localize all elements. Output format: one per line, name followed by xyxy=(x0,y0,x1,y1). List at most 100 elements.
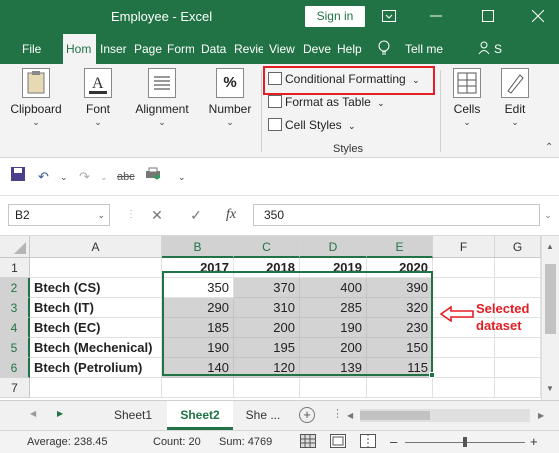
maximize-icon[interactable] xyxy=(477,6,499,28)
enter-icon[interactable]: ✓ xyxy=(185,204,207,226)
zoom-slider[interactable] xyxy=(405,437,525,447)
column-header-c[interactable]: C xyxy=(234,236,300,258)
cell-e7[interactable] xyxy=(367,378,433,398)
cell-b2[interactable]: 350 xyxy=(162,278,234,298)
tab-formulas[interactable]: Form xyxy=(167,34,194,64)
add-sheet-icon[interactable]: + xyxy=(299,407,315,423)
tab-view[interactable]: View xyxy=(269,34,297,64)
cell-d6[interactable]: 139 xyxy=(300,358,367,378)
select-all-corner[interactable] xyxy=(0,236,30,258)
column-header-g[interactable]: G xyxy=(495,236,541,258)
save-icon[interactable] xyxy=(11,167,25,187)
close-icon[interactable] xyxy=(527,6,549,28)
insert-function-icon[interactable]: fx xyxy=(220,204,242,226)
scroll-left-icon[interactable]: ◀ xyxy=(347,411,357,420)
sheet-tab-more[interactable]: She ... xyxy=(235,401,291,430)
undo-icon[interactable]: ↶ xyxy=(38,167,49,187)
chevron-down-icon[interactable]: ⌄ xyxy=(60,167,68,187)
cell-b7[interactable] xyxy=(162,378,234,398)
print-preview-icon[interactable] xyxy=(145,167,161,187)
cell-g7[interactable] xyxy=(495,378,541,398)
chevron-down-icon[interactable]: ⌄ xyxy=(100,167,108,187)
sheet-tab-sheet2[interactable]: Sheet2 xyxy=(167,401,233,430)
cell-a4[interactable]: Btech (EC) xyxy=(30,318,162,338)
sheet-tab-sheet1[interactable]: Sheet1 xyxy=(100,401,166,430)
cell-d2[interactable]: 400 xyxy=(300,278,367,298)
cell-d4[interactable]: 190 xyxy=(300,318,367,338)
cell-c2[interactable]: 370 xyxy=(234,278,300,298)
zoom-slider-thumb[interactable] xyxy=(463,437,467,447)
fill-handle[interactable] xyxy=(429,372,435,378)
cell-f6[interactable] xyxy=(433,358,495,378)
redo-icon[interactable]: ↷ xyxy=(79,167,90,187)
cell-f2[interactable] xyxy=(433,278,495,298)
tab-home[interactable]: Hom xyxy=(63,34,96,64)
zoom-in-icon[interactable]: + xyxy=(530,434,538,449)
cell-d5[interactable]: 200 xyxy=(300,338,367,358)
tab-page-layout[interactable]: Page xyxy=(134,34,162,64)
zoom-out-icon[interactable]: – xyxy=(390,434,397,449)
cell-b6[interactable]: 140 xyxy=(162,358,234,378)
tell-me-search[interactable]: Tell me xyxy=(405,34,447,64)
cell-f5[interactable] xyxy=(433,338,495,358)
cell-e4[interactable]: 230 xyxy=(367,318,433,338)
horizontal-scrollbar[interactable] xyxy=(360,409,530,422)
row-header-1[interactable]: 1 xyxy=(0,258,30,278)
cells-group[interactable]: Cells ⌄ xyxy=(447,68,487,128)
tab-help[interactable]: Help xyxy=(337,34,365,64)
tab-data[interactable]: Data xyxy=(201,34,228,64)
page-layout-view-icon[interactable] xyxy=(330,434,346,451)
row-header-2[interactable]: 2 xyxy=(0,278,30,298)
scroll-tabs-left-icon[interactable]: ◀ xyxy=(30,409,36,418)
cell-d1[interactable]: 2019 xyxy=(300,258,367,278)
strikethrough-button[interactable]: abc xyxy=(117,167,135,187)
vertical-scrollbar[interactable]: ▲ ▼ xyxy=(541,236,559,400)
cell-b3[interactable]: 290 xyxy=(162,298,234,318)
normal-view-icon[interactable] xyxy=(300,434,316,451)
cell-e5[interactable]: 150 xyxy=(367,338,433,358)
cell-a7[interactable] xyxy=(30,378,162,398)
page-break-view-icon[interactable] xyxy=(360,434,376,451)
font-group[interactable]: A Font ⌄ xyxy=(76,68,120,128)
column-header-b[interactable]: B xyxy=(162,236,234,258)
collapse-ribbon-icon[interactable]: ⌃ xyxy=(545,142,553,153)
cell-e3[interactable]: 320 xyxy=(367,298,433,318)
cell-e2[interactable]: 390 xyxy=(367,278,433,298)
tab-file[interactable]: File xyxy=(22,34,46,64)
row-header-3[interactable]: 3 xyxy=(0,298,30,318)
cell-a1[interactable] xyxy=(30,258,162,278)
number-group[interactable]: % Number ⌄ xyxy=(203,68,257,128)
sign-in-button[interactable]: Sign in xyxy=(305,6,365,27)
cell-a6[interactable]: Btech (Petrolium) xyxy=(30,358,162,378)
editing-group[interactable]: Edit ⌄ xyxy=(497,68,533,128)
vertical-scroll-thumb[interactable] xyxy=(545,264,556,334)
cell-a3[interactable]: Btech (IT) xyxy=(30,298,162,318)
share-button[interactable]: S xyxy=(494,34,506,64)
cell-f7[interactable] xyxy=(433,378,495,398)
row-header-4[interactable]: 4 xyxy=(0,318,30,338)
row-header-6[interactable]: 6 xyxy=(0,358,30,378)
customize-qat-icon[interactable]: ⌄ xyxy=(178,167,186,187)
column-header-e[interactable]: E xyxy=(367,236,433,258)
horizontal-scroll-thumb[interactable] xyxy=(360,411,430,420)
cell-b5[interactable]: 190 xyxy=(162,338,234,358)
column-header-f[interactable]: F xyxy=(433,236,495,258)
column-header-a[interactable]: A xyxy=(30,236,162,258)
cell-e6[interactable]: 115 xyxy=(367,358,433,378)
scroll-right-icon[interactable]: ▶ xyxy=(538,411,548,420)
cell-c1[interactable]: 2018 xyxy=(234,258,300,278)
row-header-5[interactable]: 5 xyxy=(0,338,30,358)
cell-d3[interactable]: 285 xyxy=(300,298,367,318)
share-icon[interactable] xyxy=(478,34,494,64)
cell-a5[interactable]: Btech (Mechenical) xyxy=(30,338,162,358)
cell-c4[interactable]: 200 xyxy=(234,318,300,338)
scroll-tabs-right-icon[interactable]: ▶ xyxy=(57,409,63,418)
cancel-icon[interactable]: ✕ xyxy=(146,204,168,226)
formula-input[interactable]: 350 xyxy=(253,204,540,226)
cell-g5[interactable] xyxy=(495,338,541,358)
lightbulb-icon[interactable] xyxy=(378,34,394,64)
scroll-up-icon[interactable]: ▲ xyxy=(546,242,554,251)
cell-g2[interactable] xyxy=(495,278,541,298)
cell-b4[interactable]: 185 xyxy=(162,318,234,338)
scroll-down-icon[interactable]: ▼ xyxy=(546,384,554,393)
